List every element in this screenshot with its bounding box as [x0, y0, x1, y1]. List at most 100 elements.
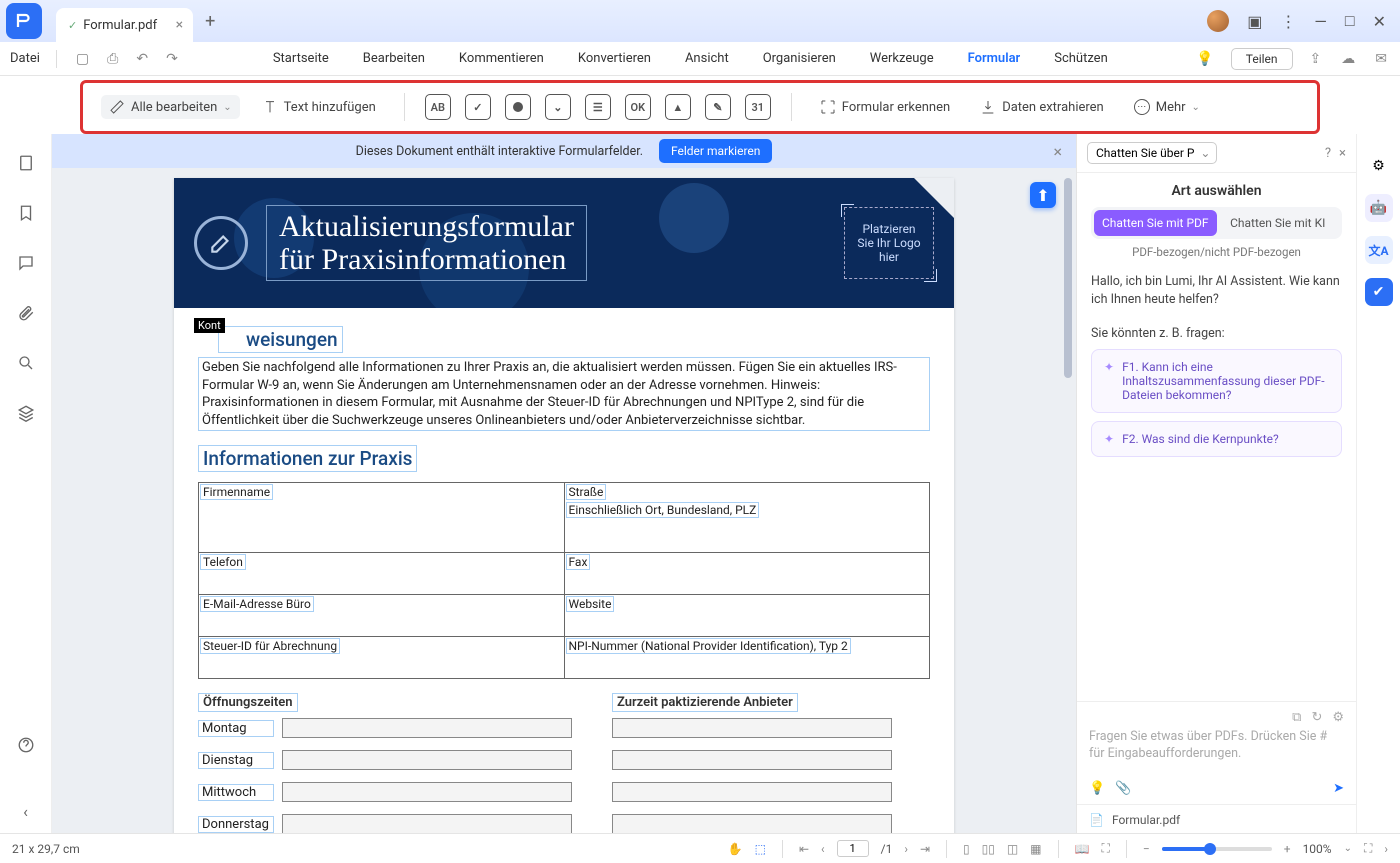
chat-suggestion-1[interactable]: ✦F1. Kann ich eine Inhaltszusammenfassun… — [1091, 349, 1342, 413]
next-page-icon[interactable]: › — [904, 842, 908, 856]
menu-ansicht[interactable]: Ansicht — [685, 51, 729, 66]
panel-toggle-icon[interactable]: ▣ — [1247, 12, 1262, 31]
hours-mon-input[interactable] — [282, 718, 572, 738]
chat-tab-pdf[interactable]: Chatten Sie mit PDF — [1094, 210, 1217, 236]
expand-panel-icon[interactable]: › — [1384, 842, 1388, 856]
menu-organisieren[interactable]: Organisieren — [763, 51, 836, 66]
bookmarks-icon[interactable] — [17, 204, 35, 226]
history-icon[interactable]: ↻ — [1311, 710, 1322, 725]
hand-tool-icon[interactable]: ✋ — [728, 842, 743, 856]
hours-tue-input[interactable] — [282, 750, 572, 770]
radio-field-icon[interactable] — [505, 94, 531, 120]
single-page-icon[interactable]: ▯ — [963, 842, 970, 856]
check-icon[interactable]: ✔ — [1365, 278, 1393, 306]
date-field-icon[interactable]: 31 — [745, 94, 771, 120]
save-icon[interactable]: ▢ — [73, 51, 92, 67]
menu-konvertieren[interactable]: Konvertieren — [578, 51, 651, 66]
menu-bearbeiten[interactable]: Bearbeiten — [363, 51, 425, 66]
undo-icon[interactable]: ↶ — [133, 51, 151, 67]
thumbnails-icon[interactable] — [17, 154, 35, 176]
edit-all-button[interactable]: Alle bearbeiten⌄ — [101, 95, 240, 119]
close-tab-icon[interactable]: × — [176, 17, 183, 33]
provider-2-input[interactable] — [612, 750, 892, 770]
share-button[interactable]: Teilen — [1231, 48, 1293, 70]
first-page-icon[interactable]: ⇤ — [799, 842, 809, 856]
attach-icon[interactable]: 📎 — [1115, 781, 1131, 796]
provider-4-input[interactable] — [612, 814, 892, 834]
search-icon[interactable] — [17, 354, 35, 376]
layers-icon[interactable] — [17, 404, 35, 426]
hours-wed-input[interactable] — [282, 782, 572, 802]
collapse-sidebar-icon[interactable]: ‹ — [23, 802, 28, 821]
close-window-icon[interactable]: ✕ — [1373, 12, 1386, 31]
menu-formular[interactable]: Formular — [968, 51, 1021, 66]
notice-close-icon[interactable]: × — [1053, 142, 1062, 161]
cloud-upload-icon[interactable]: ☁ — [1338, 51, 1358, 67]
text-field-icon[interactable]: AB — [425, 94, 451, 120]
print-icon[interactable]: ⎙ — [104, 51, 121, 67]
provider-1-input[interactable] — [612, 718, 892, 738]
button-field-icon[interactable]: OK — [625, 94, 651, 120]
chat-file-ref[interactable]: 📄 Formular.pdf — [1077, 804, 1356, 835]
gear-icon[interactable]: ⚙ — [1332, 710, 1344, 725]
read-mode-icon[interactable]: 📖 — [1075, 842, 1090, 856]
send-icon[interactable]: ➤ — [1333, 781, 1344, 796]
attachments-icon[interactable] — [17, 304, 35, 326]
redo-icon[interactable]: ↷ — [163, 51, 181, 67]
comments-icon[interactable] — [17, 254, 35, 276]
add-tab-button[interactable]: + — [205, 11, 215, 32]
ai-robot-icon[interactable]: 🤖 — [1365, 194, 1393, 222]
prev-page-icon[interactable]: ‹ — [821, 842, 825, 856]
menu-startseite[interactable]: Startseite — [273, 51, 329, 66]
fullscreen-icon[interactable]: ⛶ — [1364, 841, 1372, 856]
checkbox-field-icon[interactable]: ✓ — [465, 94, 491, 120]
menu-werkzeuge[interactable]: Werkzeuge — [870, 51, 934, 66]
two-page-icon[interactable]: ◫ — [1007, 842, 1018, 856]
highlight-fields-button[interactable]: Felder markieren — [659, 139, 772, 163]
bulb-icon[interactable]: 💡 — [1089, 781, 1105, 796]
image-field-icon[interactable]: ▲ — [665, 94, 691, 120]
upload-float-button[interactable]: ⬆ — [1030, 182, 1056, 208]
last-page-icon[interactable]: ⇥ — [920, 842, 930, 856]
kebab-menu-icon[interactable]: ⋮ — [1280, 12, 1296, 31]
form-field-tag[interactable]: Kont — [194, 318, 225, 333]
translate-icon[interactable]: 文A — [1365, 236, 1393, 264]
chat-help-icon[interactable]: ? — [1325, 146, 1331, 161]
lightbulb-icon[interactable]: 💡 — [1193, 51, 1216, 67]
cloud-share-icon[interactable]: ⇪ — [1307, 51, 1325, 67]
vertical-scrollbar[interactable] — [1064, 178, 1072, 825]
user-avatar[interactable] — [1207, 10, 1229, 32]
two-continuous-icon[interactable]: ▦ — [1030, 842, 1041, 856]
chat-input[interactable]: Fragen Sie etwas über PDFs. Drücken Sie … — [1089, 729, 1344, 763]
signature-field-icon[interactable]: ✎ — [705, 94, 731, 120]
menu-schuetzen[interactable]: Schützen — [1054, 51, 1108, 66]
zoom-slider[interactable] — [1162, 847, 1272, 851]
select-tool-icon[interactable]: ⬚ — [755, 842, 766, 856]
zoom-in-icon[interactable]: + — [1284, 842, 1291, 856]
hours-thu-input[interactable] — [282, 814, 572, 834]
listbox-field-icon[interactable]: ☰ — [585, 94, 611, 120]
page-number-input[interactable] — [837, 840, 869, 857]
extract-data-button[interactable]: Daten extrahieren — [972, 95, 1112, 119]
menu-kommentieren[interactable]: Kommentieren — [459, 51, 544, 66]
add-text-button[interactable]: Text hinzufügen — [254, 95, 384, 119]
maximize-icon[interactable]: □ — [1345, 11, 1355, 31]
document-tab[interactable]: ✓ Formular.pdf × — [56, 8, 193, 42]
chat-mode-dropdown[interactable]: Chatten Sie über P — [1087, 142, 1217, 164]
file-menu[interactable]: Datei — [10, 51, 40, 66]
help-icon[interactable] — [17, 736, 35, 758]
copy-icon[interactable]: ⧉ — [1292, 710, 1301, 725]
app-logo[interactable] — [6, 3, 42, 39]
mail-icon[interactable]: ✉ — [1372, 51, 1390, 67]
provider-3-input[interactable] — [612, 782, 892, 802]
recognize-form-button[interactable]: Formular erkennen — [812, 95, 958, 119]
chat-suggestion-2[interactable]: ✦F2. Was sind die Kernpunkte? — [1091, 421, 1342, 457]
continuous-page-icon[interactable]: ▯▯ — [982, 842, 995, 856]
sliders-icon[interactable]: ⚙ — [1365, 152, 1393, 180]
minimize-icon[interactable]: — — [1314, 12, 1327, 31]
zoom-out-icon[interactable]: − — [1143, 842, 1150, 856]
dropdown-field-icon[interactable]: ⌄ — [545, 94, 571, 120]
more-button[interactable]: ⋯ Mehr⌄ — [1126, 95, 1208, 119]
fit-page-icon[interactable]: ⛶ — [1101, 841, 1109, 856]
chat-close-icon[interactable]: × — [1339, 146, 1346, 161]
